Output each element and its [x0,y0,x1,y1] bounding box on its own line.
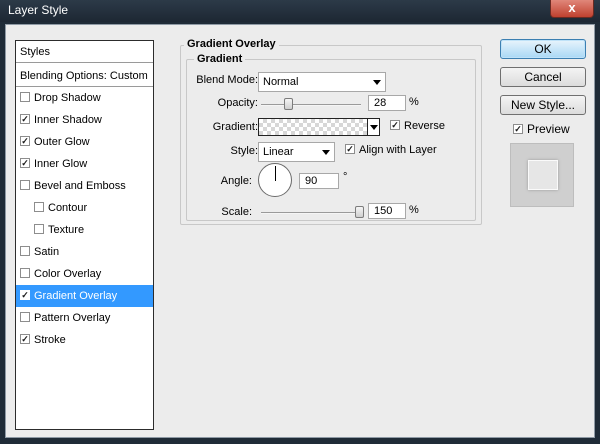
style-value: Linear [263,146,294,158]
gradient-swatch[interactable] [258,118,368,136]
pattern-overlay-checkbox[interactable] [20,312,30,323]
outer-glow-checkbox[interactable]: ✓ [20,136,30,147]
blend-mode-select[interactable]: Normal [258,72,386,92]
drop-shadow-checkbox[interactable] [20,92,30,103]
style-item-label: Contour [48,202,88,214]
group-title: Gradient [194,53,246,65]
styles-header-label: Styles [20,46,50,58]
style-preview-swatch [510,143,574,207]
gradient-label: Gradient: [212,121,258,133]
scale-slider-thumb[interactable] [355,206,364,218]
gradient-overlay-checkbox[interactable]: ✓ [20,290,30,301]
style-label: Style: [230,145,258,157]
style-item-label: Drop Shadow [34,92,101,104]
style-item-label: Texture [48,224,85,236]
style-item-gradient-overlay[interactable]: ✓ Gradient Overlay [16,285,153,307]
contour-checkbox[interactable] [34,202,44,213]
opacity-slider-thumb[interactable] [284,98,293,110]
style-item-inner-glow[interactable]: ✓ Inner Glow [16,153,153,175]
texture-checkbox[interactable] [34,224,44,235]
scale-input[interactable]: 150 [368,203,406,219]
style-item-inner-shadow[interactable]: ✓ Inner Shadow [16,109,153,131]
reverse-check-icon[interactable]: ✓ [390,120,400,131]
opacity-slider-track [261,104,361,106]
inner-shadow-checkbox[interactable]: ✓ [20,114,30,125]
scale-unit: % [409,204,419,216]
preview-check-icon[interactable]: ✓ [513,124,523,135]
opacity-input[interactable]: 28 [368,95,406,111]
style-item-label: Outer Glow [34,136,90,148]
style-item-label: Inner Shadow [34,114,102,126]
reverse-label: Reverse [404,120,445,132]
align-with-layer-checkbox[interactable]: ✓ Align with Layer [345,144,437,156]
cancel-button[interactable]: Cancel [500,67,586,87]
style-item-label: Gradient Overlay [34,290,118,302]
style-item-blending-options[interactable]: Blending Options: Custom [16,65,153,87]
chevron-down-icon [373,80,381,85]
preview-label: Preview [527,122,570,136]
angle-unit: ° [343,171,348,183]
stroke-checkbox[interactable]: ✓ [20,334,30,345]
style-item-pattern-overlay[interactable]: Pattern Overlay [16,307,153,329]
styles-list: Styles Blending Options: Custom Drop Sha… [15,40,154,430]
close-button[interactable]: x [550,0,594,18]
reverse-checkbox[interactable]: ✓ Reverse [390,120,445,132]
styles-header[interactable]: Styles [16,41,153,63]
opacity-label: Opacity: [217,97,258,109]
blend-mode-value: Normal [263,76,299,88]
style-item-label: Satin [34,246,60,258]
chevron-down-icon [322,150,330,155]
section-title: Gradient Overlay [184,38,279,50]
align-check-icon[interactable]: ✓ [345,144,355,155]
bevel-emboss-checkbox[interactable] [20,180,30,191]
title-bar: Layer Style x [0,0,600,22]
style-item-color-overlay[interactable]: Color Overlay [16,263,153,285]
style-item-label: Bevel and Emboss [34,180,126,192]
angle-dial[interactable] [258,163,292,197]
scale-label: Scale: [221,206,252,218]
preview-checkbox[interactable]: ✓ Preview [513,122,570,136]
style-item-label: Pattern Overlay [34,312,111,324]
scale-slider-track [261,212,361,214]
blend-mode-label: Blend Mode: [196,74,258,86]
style-item-bevel-emboss[interactable]: Bevel and Emboss [16,175,153,197]
angle-dial-needle [275,166,276,181]
style-select[interactable]: Linear [258,142,335,162]
align-with-layer-label: Align with Layer [359,144,437,156]
opacity-unit: % [409,96,419,108]
style-item-label: Blending Options: Custom [20,70,148,82]
style-item-satin[interactable]: Satin [16,241,153,263]
window-title: Layer Style [8,3,69,17]
style-item-label: Stroke [34,334,66,346]
style-item-outer-glow[interactable]: ✓ Outer Glow [16,131,153,153]
scale-slider[interactable] [261,206,364,218]
style-item-stroke[interactable]: ✓ Stroke [16,329,153,351]
dialog-body: Styles Blending Options: Custom Drop Sha… [5,24,595,438]
preview-square [528,160,558,190]
chevron-down-icon [370,125,378,130]
new-style-button[interactable]: New Style... [500,95,586,115]
opacity-slider[interactable] [261,98,361,110]
color-overlay-checkbox[interactable] [20,268,30,279]
style-item-texture[interactable]: Texture [16,219,153,241]
inner-glow-checkbox[interactable]: ✓ [20,158,30,169]
satin-checkbox[interactable] [20,246,30,257]
style-item-label: Color Overlay [34,268,102,280]
angle-label: Angle: [220,175,252,187]
style-item-contour[interactable]: Contour [16,197,153,219]
gradient-picker-button[interactable] [368,118,380,136]
style-item-label: Inner Glow [34,158,88,170]
close-icon[interactable]: x [568,0,575,15]
style-item-drop-shadow[interactable]: Drop Shadow [16,87,153,109]
angle-input[interactable]: 90 [299,173,339,189]
ok-button[interactable]: OK [500,39,586,59]
